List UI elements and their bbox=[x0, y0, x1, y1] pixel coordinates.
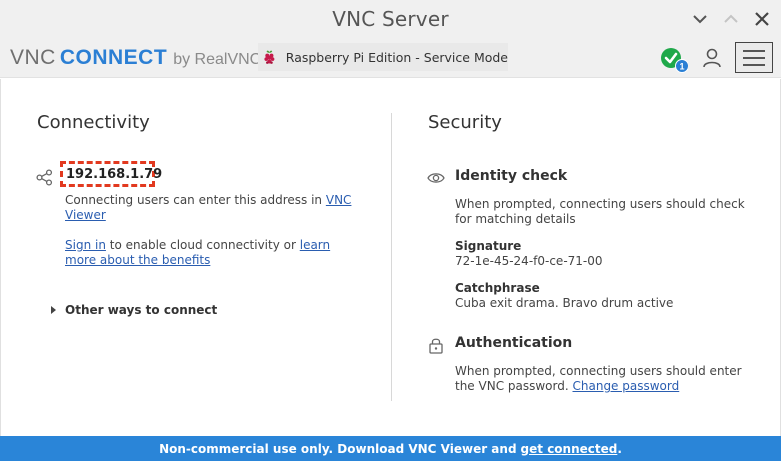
catchphrase-value: Cuba exit drama. Bravo drum active bbox=[455, 296, 674, 310]
vnc-connect-logo: VNC CONNECT by RealVNC bbox=[10, 46, 261, 70]
authentication-title: Authentication bbox=[455, 335, 573, 351]
edition-label: Raspberry Pi Edition - Service Mode bbox=[258, 43, 508, 71]
connectivity-title: Connectivity bbox=[37, 112, 150, 133]
security-title: Security bbox=[428, 112, 502, 133]
eye-icon bbox=[427, 173, 445, 183]
signature-value: 72-1e-45-24-f0-ce-71-00 bbox=[455, 254, 603, 268]
lock-icon bbox=[429, 338, 443, 354]
ip-address-highlight[interactable]: 192.168.1.79 bbox=[60, 161, 162, 187]
user-icon[interactable] bbox=[701, 47, 723, 69]
footer-suffix: . bbox=[617, 441, 622, 456]
chevron-up-icon[interactable] bbox=[721, 9, 741, 29]
close-icon[interactable] bbox=[752, 9, 772, 29]
caret-right-icon bbox=[51, 306, 56, 314]
address-instructions: Connecting users can enter this address … bbox=[65, 193, 355, 223]
logo-vnc-text: VNC bbox=[10, 46, 56, 69]
menu-line bbox=[743, 56, 765, 59]
signature-label: Signature bbox=[455, 239, 522, 253]
other-ways-to-connect-toggle[interactable]: Other ways to connect bbox=[51, 303, 217, 317]
other-ways-label: Other ways to connect bbox=[65, 303, 218, 317]
status-badge-count: 1 bbox=[679, 62, 684, 72]
main-panel: Connectivity 192.168.1.79 Connecting use… bbox=[0, 79, 781, 436]
footer-text: Non-commercial use only. Download VNC Vi… bbox=[159, 441, 517, 456]
menu-line bbox=[743, 63, 765, 66]
ip-address[interactable]: 192.168.1.79 bbox=[66, 167, 162, 182]
raspberry-pi-icon bbox=[264, 50, 275, 64]
window-titlebar: VNC Server bbox=[0, 0, 781, 38]
sign-in-link[interactable]: Sign in bbox=[65, 238, 106, 252]
authentication-description: When prompted, connecting users should e… bbox=[455, 364, 755, 394]
edition-text: Raspberry Pi Edition - Service Mode bbox=[285, 49, 508, 65]
address-text: Connecting users can enter this address … bbox=[65, 193, 326, 207]
signin-text: to enable cloud connectivity or bbox=[105, 238, 300, 252]
get-connected-link[interactable]: get connected bbox=[521, 442, 618, 456]
logo-connect-text: CONNECT bbox=[59, 46, 168, 69]
header-toolbar: VNC CONNECT by RealVNC Raspberry Pi Edit… bbox=[0, 38, 781, 78]
cloud-connectivity-text: Sign in to enable cloud connectivity or … bbox=[65, 238, 365, 268]
chevron-down-icon[interactable] bbox=[690, 9, 710, 29]
column-divider bbox=[391, 113, 392, 401]
share-icon bbox=[36, 169, 53, 186]
connected-status-icon[interactable]: 1 bbox=[660, 47, 688, 73]
identity-check-description: When prompted, connecting users should c… bbox=[455, 197, 745, 226]
menu-line bbox=[743, 49, 765, 52]
change-password-link[interactable]: Change password bbox=[573, 379, 680, 393]
catchphrase-label: Catchphrase bbox=[455, 281, 540, 295]
window-title: VNC Server bbox=[332, 7, 449, 31]
identity-check-title: Identity check bbox=[455, 168, 568, 184]
footer-banner: Non-commercial use only. Download VNC Vi… bbox=[0, 436, 781, 461]
logo-by-text: by RealVNC bbox=[173, 51, 262, 68]
hamburger-menu-button[interactable] bbox=[735, 42, 773, 73]
